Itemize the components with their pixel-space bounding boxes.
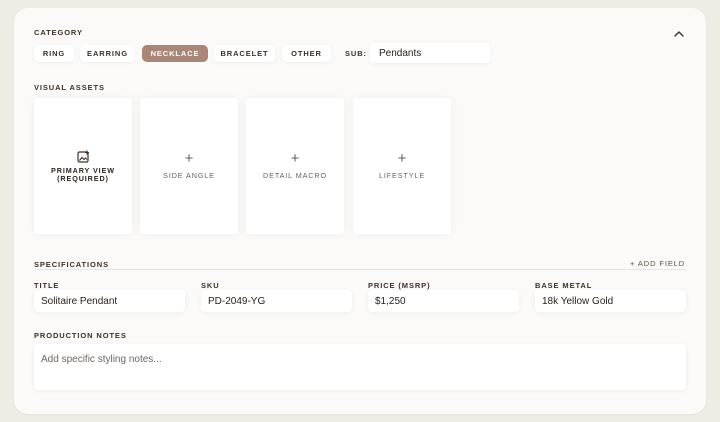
subcategory-input[interactable]: Pendants <box>370 43 490 63</box>
production-notes-textarea[interactable]: Add specific styling notes... <box>34 344 686 390</box>
asset-tile-lifestyle[interactable]: + LIFESTYLE <box>353 98 451 234</box>
chip-necklace[interactable]: NECKLACE <box>142 45 208 62</box>
field-label-base-metal: BASE METAL <box>535 281 593 290</box>
category-heading: CATEGORY <box>34 28 83 37</box>
chevron-up-icon[interactable] <box>673 29 685 39</box>
specifications-heading: SPECIFICATIONS <box>34 260 109 269</box>
plus-icon: + <box>290 150 300 167</box>
asset-tile-label: DETAIL MACRO <box>263 171 327 180</box>
plus-icon: + <box>397 150 407 167</box>
asset-tile-side-angle[interactable]: + SIDE ANGLE <box>140 98 238 234</box>
asset-tile-label: LIFESTYLE <box>378 171 426 180</box>
divider <box>34 269 686 270</box>
title-input[interactable]: Solitaire Pendant <box>34 290 185 312</box>
asset-tile-primary-view[interactable]: PRIMARY VIEW (REQUIRED) <box>34 98 132 234</box>
base-metal-input[interactable]: 18k Yellow Gold <box>535 290 686 312</box>
chip-other[interactable]: OTHER <box>282 45 331 62</box>
production-notes-heading: PRODUCTION NOTES <box>34 331 127 340</box>
visual-assets-heading: VISUAL ASSETS <box>34 83 105 92</box>
chip-ring[interactable]: RING <box>34 45 74 62</box>
add-image-icon <box>76 150 89 163</box>
asset-tile-detail-macro[interactable]: + DETAIL MACRO <box>246 98 344 234</box>
sub-label: SUB: <box>345 49 367 58</box>
chip-bracelet[interactable]: BRACELET <box>214 45 275 62</box>
price-input[interactable]: $1,250 <box>368 290 519 312</box>
asset-tile-label: SIDE ANGLE <box>163 171 215 180</box>
add-field-button[interactable]: + ADD FIELD <box>630 259 685 268</box>
asset-tile-label: PRIMARY VIEW (REQUIRED) <box>51 166 115 183</box>
sku-input[interactable]: PD-2049-YG <box>201 290 352 312</box>
field-label-price: PRICE (MSRP) <box>368 281 431 290</box>
plus-icon: + <box>184 150 194 167</box>
field-label-sku: SKU <box>201 281 220 290</box>
chip-earring[interactable]: EARRING <box>80 45 135 62</box>
field-label-title: TITLE <box>34 281 60 290</box>
product-form-card: CATEGORY RING EARRING NECKLACE BRACELET … <box>14 8 706 414</box>
